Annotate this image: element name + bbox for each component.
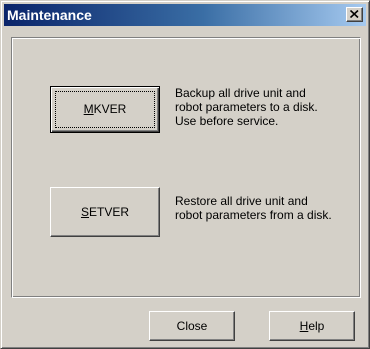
mkver-description: Backup all drive unit and robot paramete… xyxy=(175,86,318,128)
actions-group xyxy=(11,37,361,298)
window-title: Maintenance xyxy=(7,7,92,23)
setver-description-line: Restore all drive unit and xyxy=(175,194,308,208)
setver-description: Restore all drive unit and robot paramet… xyxy=(175,194,332,222)
help-button[interactable]: Help xyxy=(269,311,355,341)
mkver-button[interactable]: MKVER xyxy=(50,86,160,133)
close-label: Close xyxy=(176,319,208,333)
title-close-button[interactable] xyxy=(346,7,363,22)
close-icon xyxy=(350,10,359,18)
mkver-description-line: robot parameters to a disk. xyxy=(175,100,318,114)
mkver-description-line: Backup all drive unit and xyxy=(175,86,306,100)
help-label: Help xyxy=(299,319,325,333)
setver-description-line: robot parameters from a disk. xyxy=(175,208,332,222)
title-bar[interactable]: Maintenance xyxy=(4,4,366,26)
close-button[interactable]: Close xyxy=(149,311,235,341)
mkver-description-line: Use before service. xyxy=(175,114,279,128)
setver-label: SETVER xyxy=(80,205,130,219)
maintenance-dialog: Maintenance MKVER Backup all drive unit … xyxy=(0,0,370,349)
mkver-label: MKVER xyxy=(83,102,127,116)
setver-button[interactable]: SETVER xyxy=(50,187,160,237)
